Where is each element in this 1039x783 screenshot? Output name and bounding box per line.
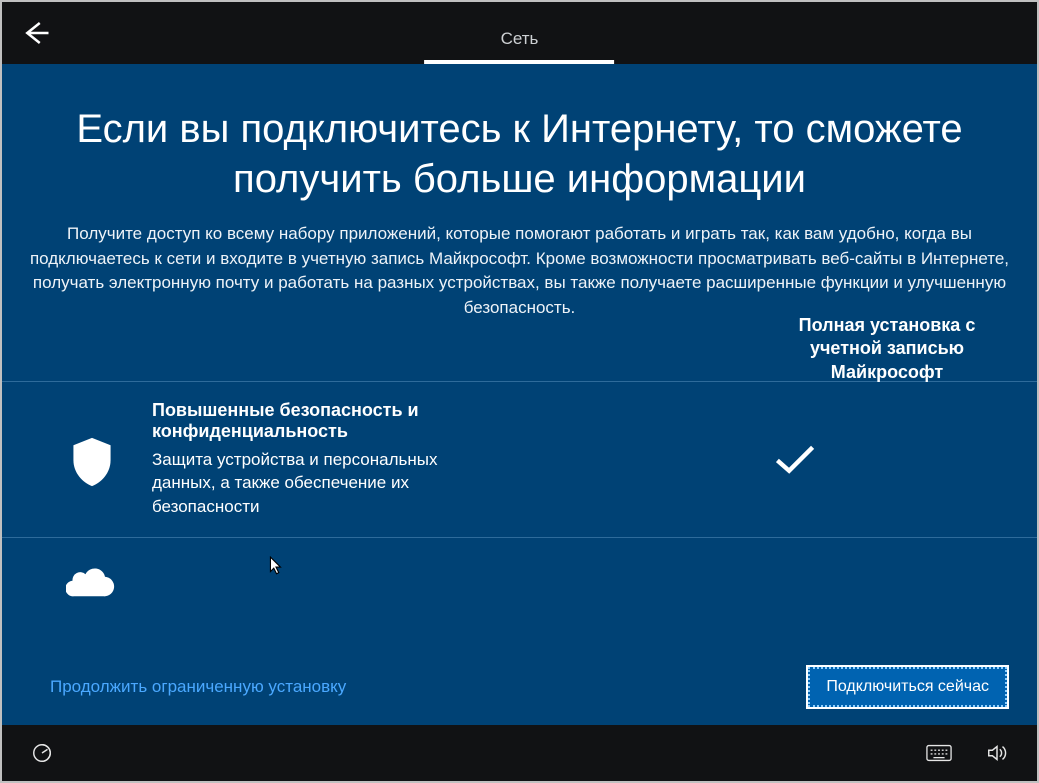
page-headline: Если вы подключитесь к Интернету, то смо… <box>58 104 981 204</box>
oobe-window: Сеть Если вы подключитесь к Интернету, т… <box>2 2 1037 781</box>
connect-now-button[interactable]: Подключиться сейчас <box>808 667 1007 707</box>
check-icon <box>773 441 817 477</box>
topbar: Сеть <box>2 2 1037 64</box>
keyboard-icon <box>926 744 952 762</box>
column-header-full-setup: Полная установка с учетной записью Майкр… <box>767 314 1007 384</box>
page-subtext: Получите доступ ко всему набору приложен… <box>20 222 1020 321</box>
on-screen-keyboard-button[interactable] <box>923 737 955 769</box>
volume-button[interactable] <box>981 737 1013 769</box>
main-panel: Если вы подключитесь к Интернету, то смо… <box>2 64 1037 725</box>
feature-row-cloud <box>2 537 1037 642</box>
ease-of-access-icon <box>31 742 53 764</box>
feature-description: Защита устройства и персональных данных,… <box>152 448 492 519</box>
shield-icon <box>69 436 115 488</box>
continue-limited-link[interactable]: Продолжить ограниченную установку <box>50 677 346 697</box>
content-header: Если вы подключитесь к Интернету, то смо… <box>2 64 1037 321</box>
feature-row-security: Повышенные безопасность и конфиденциальн… <box>2 381 1037 537</box>
tab-label: Сеть <box>501 17 539 49</box>
bottombar <box>2 725 1037 781</box>
tab-network[interactable]: Сеть <box>501 2 539 64</box>
feature-title: Повышенные безопасность и конфиденциальн… <box>152 400 582 442</box>
back-button[interactable] <box>12 9 60 57</box>
footer: Продолжить ограниченную установку Подклю… <box>2 667 1037 715</box>
back-arrow-icon <box>21 18 51 48</box>
volume-icon <box>986 742 1008 764</box>
cloud-icon <box>66 562 118 602</box>
ease-of-access-button[interactable] <box>26 737 58 769</box>
